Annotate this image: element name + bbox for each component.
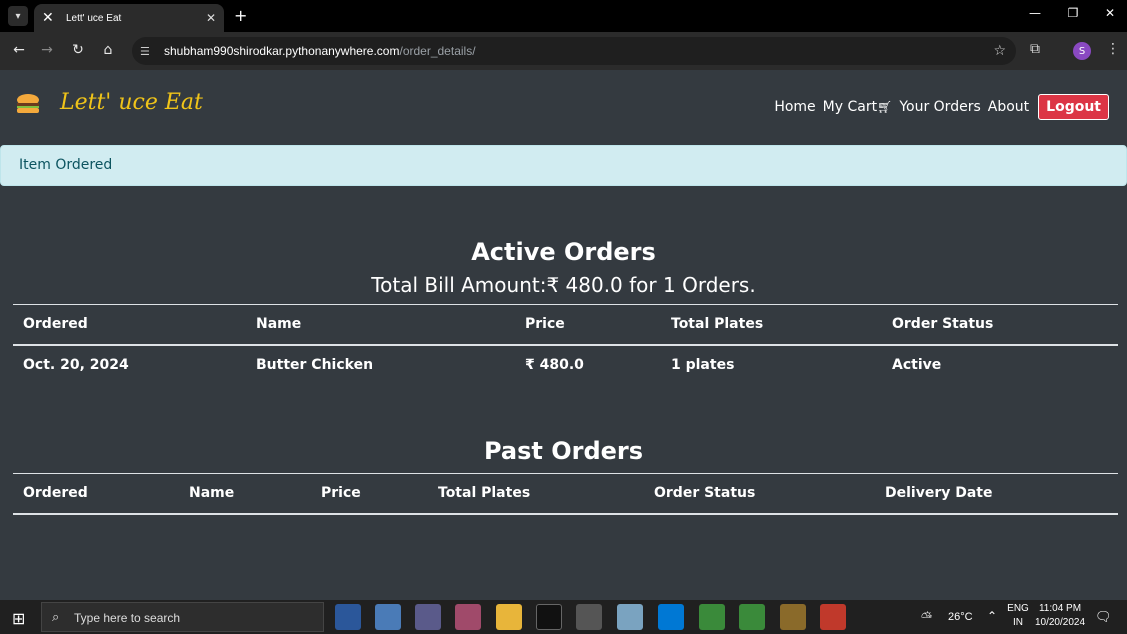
clock-date: 10/20/2024 <box>1034 617 1086 628</box>
reload-icon[interactable]: ↻ <box>69 42 87 58</box>
language-indicator[interactable]: ENG IN <box>1006 603 1030 628</box>
row-price: ₹ 480.0 <box>525 357 584 373</box>
terminal-icon[interactable] <box>536 604 562 630</box>
weather-temp[interactable]: 26°C <box>948 611 973 623</box>
table-header-divider <box>13 513 1118 515</box>
nav-links: Home My Cart🛒︎ Your Orders About Logout <box>774 94 1109 120</box>
active-col-ordered: Ordered <box>23 316 88 332</box>
app-icon[interactable] <box>780 604 806 630</box>
tab-close-icon[interactable]: ✕ <box>206 11 216 25</box>
active-col-name: Name <box>256 316 302 332</box>
nav-your-orders[interactable]: Your Orders <box>899 99 980 115</box>
clock-time: 11:04 PM <box>1038 603 1082 614</box>
tab-search-dropdown-icon[interactable]: ▾ <box>8 6 28 26</box>
chrome-icon[interactable] <box>699 604 725 630</box>
logout-button[interactable]: Logout <box>1038 94 1109 120</box>
site-navbar: Lett' uce Eat Home My Cart🛒︎ Your Orders… <box>0 70 1127 145</box>
weather-icon[interactable]: ⛅︎ <box>921 609 932 626</box>
profile-avatar[interactable]: S <box>1073 42 1091 60</box>
nav-about[interactable]: About <box>988 99 1029 115</box>
active-col-order-status: Order Status <box>892 316 994 332</box>
cart-icon: 🛒︎ <box>877 100 893 114</box>
file-explorer-icon[interactable] <box>496 604 522 630</box>
burger-logo-icon[interactable] <box>16 94 40 114</box>
alert-message: Item Ordered <box>0 145 1127 186</box>
table-divider <box>13 304 1118 305</box>
past-orders-heading: Past Orders <box>483 437 644 465</box>
browser-menu-icon[interactable]: ⋮ <box>1106 41 1120 57</box>
active-orders-heading: Active Orders <box>471 238 656 266</box>
nav-home[interactable]: Home <box>774 99 815 115</box>
past-col-name: Name <box>189 485 235 501</box>
restore-icon[interactable]: ❐ <box>1063 6 1083 20</box>
taskbar: ⊞ ⌕ Type here to search ⛅︎ 26°C ⌃ ENG IN… <box>0 600 1127 634</box>
brand-name[interactable]: Lett' uce Eat <box>60 90 203 115</box>
past-col-ordered: Ordered <box>23 485 88 501</box>
past-col-price: Price <box>321 485 361 501</box>
back-icon[interactable]: ← <box>10 42 28 58</box>
notification-icon[interactable]: 🗨︎ <box>1095 609 1112 625</box>
python-app-icon[interactable] <box>375 604 401 630</box>
site-info-icon[interactable]: ☰ <box>140 45 154 58</box>
close-window-icon[interactable]: ✕ <box>1100 6 1120 20</box>
taskbar-search[interactable]: ⌕ Type here to search <box>41 602 324 632</box>
table-divider <box>13 473 1118 474</box>
vscode-icon[interactable] <box>658 604 684 630</box>
browser-toolbar: ← → ↻ ⌂ ☰ shubham990shirodkar.pythonanyw… <box>0 32 1127 70</box>
extensions-icon[interactable]: ⧉ <box>1030 41 1040 57</box>
nav-my-cart[interactable]: My Cart🛒︎ <box>823 99 893 115</box>
browser-tab-strip: ▾ ✕ Lett' uce Eat ✕ + — ❐ ✕ <box>0 0 1127 32</box>
row-name: Butter Chicken <box>256 357 374 373</box>
chrome-icon[interactable] <box>820 604 846 630</box>
row-order-status: Active <box>892 357 942 373</box>
search-icon: ⌕ <box>52 610 60 625</box>
minimize-icon[interactable]: — <box>1025 6 1045 20</box>
site-favicon-icon: ✕ <box>42 10 54 26</box>
word-app-icon[interactable] <box>335 604 361 630</box>
paint-app-icon[interactable] <box>455 604 481 630</box>
past-col-order-status: Order Status <box>654 485 756 501</box>
new-tab-icon[interactable]: + <box>234 6 247 25</box>
tab-title: Lett' uce Eat <box>66 12 122 24</box>
row-ordered: Oct. 20, 2024 <box>23 357 129 373</box>
app-icon[interactable] <box>415 604 441 630</box>
taskbar-search-placeholder: Type here to search <box>74 611 181 625</box>
url-host: shubham990shirodkar.pythonanywhere.com <box>164 44 400 58</box>
past-col-delivery-date: Delivery Date <box>885 485 993 501</box>
bookmark-star-icon[interactable]: ☆ <box>993 43 1006 59</box>
row-total-plates: 1 plates <box>671 357 735 373</box>
nav-my-cart-label: My Cart <box>822 99 878 115</box>
chrome-icon[interactable] <box>739 604 765 630</box>
settings-gear-icon[interactable] <box>576 604 602 630</box>
clock[interactable]: 11:04 PM 10/20/2024 <box>1034 603 1086 628</box>
browser-tab[interactable]: ✕ Lett' uce Eat ✕ <box>34 4 224 32</box>
chevron-up-icon[interactable]: ⌃ <box>987 609 997 623</box>
total-bill: Total Bill Amount:₹ 480.0 for 1 Orders. <box>371 273 756 297</box>
active-col-price: Price <box>525 316 565 332</box>
past-col-total-plates: Total Plates <box>438 485 531 501</box>
url-path: /order_details/ <box>399 44 476 58</box>
lang-line1: ENG <box>1007 603 1029 614</box>
active-col-total-plates: Total Plates <box>671 316 764 332</box>
home-icon[interactable]: ⌂ <box>99 42 117 58</box>
app-icon[interactable] <box>617 604 643 630</box>
windows-start-icon[interactable]: ⊞ <box>12 609 25 628</box>
page-content: Lett' uce Eat Home My Cart🛒︎ Your Orders… <box>0 70 1127 600</box>
lang-line2: IN <box>1013 617 1023 628</box>
forward-icon[interactable]: → <box>38 42 56 58</box>
table-header-divider <box>13 344 1118 346</box>
address-bar[interactable]: ☰ shubham990shirodkar.pythonanywhere.com… <box>132 37 1016 65</box>
